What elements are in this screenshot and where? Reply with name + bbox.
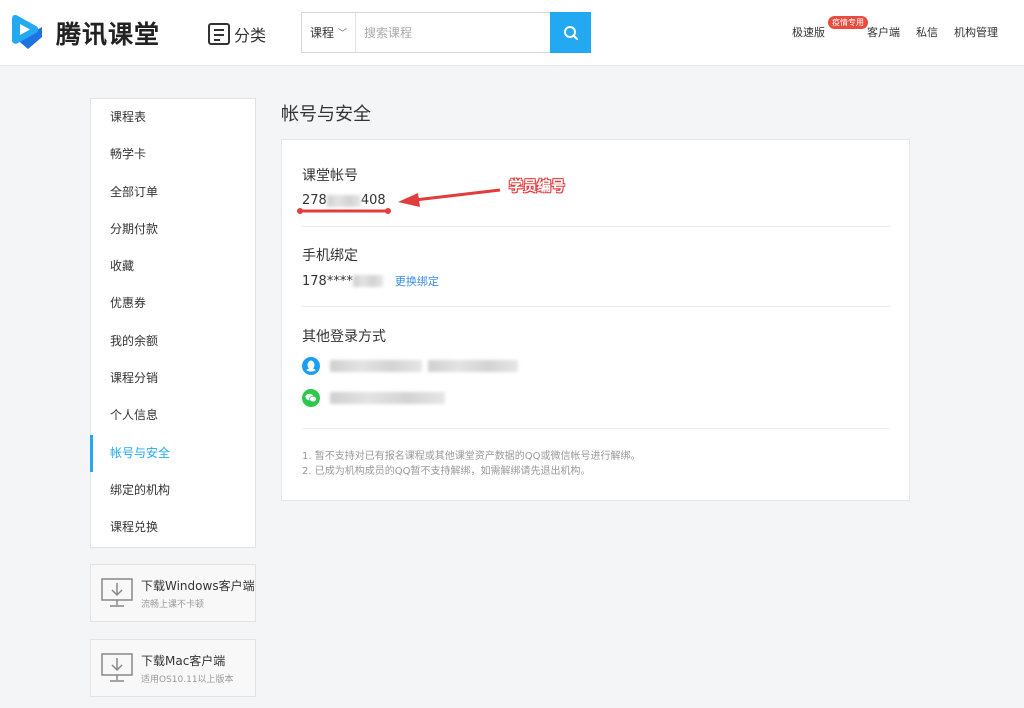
divider [302, 306, 890, 307]
logo-text: 腾讯课堂 [56, 20, 161, 49]
sidebar-item-installments[interactable]: 分期付款 [91, 211, 255, 248]
sidebar-item-bound-orgs[interactable]: 绑定的机构 [91, 472, 255, 509]
top-nav: 极速版 疫情专用 客户端 私信 机构管理 [792, 16, 998, 40]
wechat-login-row [302, 388, 890, 408]
sidebar-item-redeem[interactable]: 课程兑换 [91, 509, 255, 546]
qq-login-row [302, 356, 890, 376]
phone-section: 手机绑定 178**** 更换绑定 [302, 245, 890, 289]
phone-label: 手机绑定 [302, 248, 358, 264]
page-title: 帐号与安全 [281, 104, 371, 125]
epidemic-badge: 疫情专用 [828, 16, 868, 29]
nav-client[interactable]: 客户端 [867, 24, 900, 40]
sidebar-item-profile[interactable]: 个人信息 [91, 397, 255, 434]
download-windows-title: 下载Windows客户端 [141, 578, 255, 593]
top-header: 腾讯课堂 分类 课程 ﹀ 极速版 疫情专用 客户端 私信 机构管理 [0, 0, 1024, 66]
masked-wechat-account [330, 392, 445, 404]
download-mac-title: 下载Mac客户端 [141, 653, 226, 668]
note-line: 2. 已成为机构成员的QQ暂不支持解绑，如需解绑请先退出机构。 [302, 466, 591, 477]
annotation-label: 学员编号 [509, 179, 565, 195]
other-login-section: 其他登录方式 [302, 326, 890, 408]
search-type-label: 课程 [309, 26, 334, 40]
search-type-select[interactable]: 课程 ﹀ [302, 13, 356, 52]
note-line: 1. 暂不支持对已有报名课程或其他课堂资产数据的QQ或微信帐号进行解绑。 [302, 451, 641, 462]
sidebar-item-study-card[interactable]: 畅学卡 [91, 136, 255, 173]
nav-messages[interactable]: 私信 [916, 24, 938, 40]
download-windows-button[interactable]: 下载Windows客户端 流畅上课不卡顿 [90, 564, 256, 622]
divider [302, 226, 890, 227]
other-login-label: 其他登录方式 [302, 329, 386, 345]
download-mac-button[interactable]: 下载Mac客户端 适用OS10.11以上版本 [90, 639, 256, 697]
sidebar-item-orders[interactable]: 全部订单 [91, 174, 255, 211]
sidebar-item-coupons[interactable]: 优惠券 [91, 285, 255, 322]
nav-org-manage[interactable]: 机构管理 [954, 24, 998, 40]
masked-qq-name [428, 360, 518, 372]
unbind-notes: 1. 暂不支持对已有报名课程或其他课堂资产数据的QQ或微信帐号进行解绑。 2. … [302, 449, 640, 479]
qq-icon [302, 357, 320, 375]
chevron-down-icon: ﹀ [338, 29, 348, 39]
download-icon [101, 653, 133, 682]
sidebar-item-favorites[interactable]: 收藏 [91, 248, 255, 285]
search-icon [563, 25, 578, 40]
sidebar-item-schedule[interactable]: 课程表 [91, 99, 255, 136]
sidebar-item-distribution[interactable]: 课程分销 [91, 360, 255, 397]
download-icon [101, 578, 133, 607]
divider [302, 428, 890, 429]
annotation-arrow [297, 188, 501, 214]
change-phone-link[interactable]: 更换绑定 [395, 273, 439, 289]
category-menu[interactable]: 分类 [208, 22, 266, 46]
phone-value-prefix: 178**** [302, 273, 353, 289]
category-label: 分类 [234, 26, 267, 45]
download-windows-subtitle: 流畅上课不卡顿 [141, 599, 205, 610]
download-mac-subtitle: 适用OS10.11以上版本 [141, 674, 234, 685]
sidebar-item-account-security[interactable]: 帐号与安全 [90, 434, 255, 473]
wechat-icon [302, 389, 320, 407]
search-bar: 课程 ﹀ [301, 12, 591, 53]
search-button[interactable] [550, 12, 591, 53]
list-icon [208, 23, 230, 45]
play-logo-icon [12, 15, 42, 49]
masked-qq-account [330, 360, 422, 372]
phone-value: 178**** 更换绑定 [302, 273, 890, 289]
search-input[interactable] [356, 13, 550, 52]
sidebar: 课程表 畅学卡 全部订单 分期付款 收藏 优惠券 我的余额 课程分销 个人信息 … [90, 98, 256, 548]
nav-fast-version[interactable]: 极速版 疫情专用 [792, 16, 868, 40]
masked-digits [352, 275, 383, 287]
logo[interactable]: 腾讯课堂 [6, 13, 160, 53]
sidebar-item-balance[interactable]: 我的余额 [91, 323, 255, 360]
nav-fast-version-label: 极速版 [792, 26, 825, 39]
